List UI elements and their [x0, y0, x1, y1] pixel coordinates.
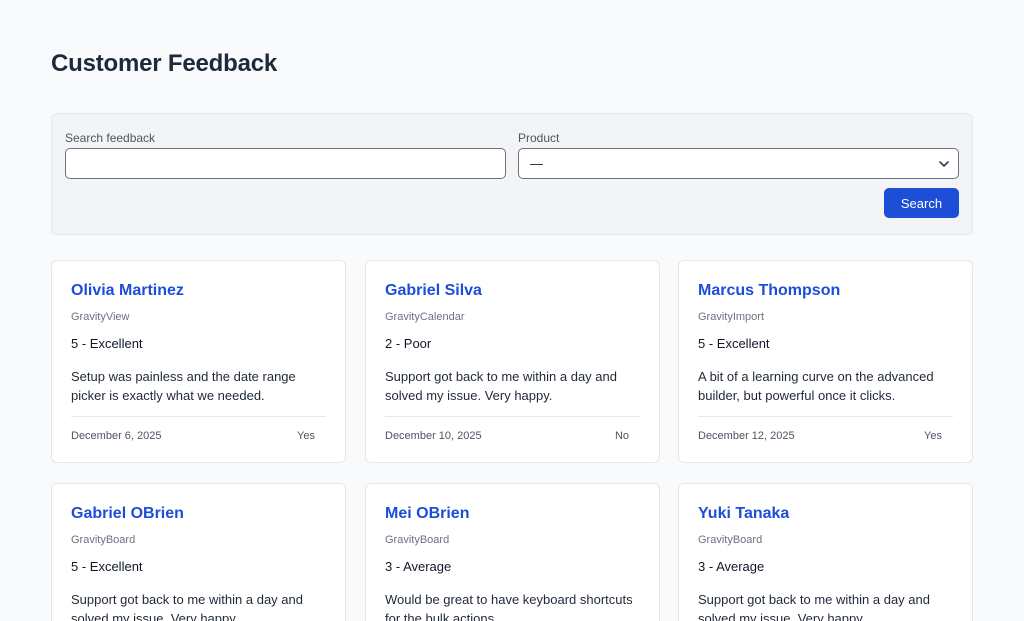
- feedback-flag: Yes: [924, 430, 942, 442]
- rating: 5 - Excellent: [698, 336, 770, 351]
- feedback-date: December 12, 2025: [698, 430, 795, 442]
- feedback-card: Gabriel OBrien GravityBoard 5 - Excellen…: [51, 483, 346, 621]
- rating: 5 - Excellent: [71, 559, 143, 574]
- rating: 3 - Average: [385, 559, 452, 574]
- feedback-card: Gabriel Silva GravityCalendar 2 - Poor S…: [365, 260, 660, 463]
- card-divider: [71, 416, 326, 417]
- search-button[interactable]: Search: [884, 188, 959, 218]
- customer-name-link[interactable]: Gabriel OBrien: [71, 505, 184, 523]
- search-label: Search feedback: [65, 131, 156, 145]
- customer-name-link[interactable]: Marcus Thompson: [698, 282, 840, 300]
- customer-name-link[interactable]: Gabriel Silva: [385, 282, 482, 300]
- product-name: GravityBoard: [385, 534, 450, 546]
- feedback-date: December 6, 2025: [71, 430, 162, 442]
- product-name: GravityBoard: [71, 534, 136, 546]
- search-panel: Search feedback Product — Search: [51, 113, 973, 235]
- feedback-card: Marcus Thompson GravityImport 5 - Excell…: [678, 260, 973, 463]
- feedback-flag: Yes: [297, 430, 315, 442]
- feedback-card: Yuki Tanaka GravityBoard 3 - Average Sup…: [678, 483, 973, 621]
- feedback-flag: No: [614, 430, 629, 442]
- product-select[interactable]: —: [518, 148, 959, 179]
- comment: A bit of a learning curve on the advance…: [698, 369, 934, 403]
- comment: Setup was painless and the date range pi…: [71, 369, 296, 403]
- product-name: GravityView: [71, 311, 130, 323]
- product-name: GravityBoard: [698, 534, 763, 546]
- card-divider: [385, 416, 640, 417]
- chevron-down-icon: [939, 161, 949, 167]
- comment: Support got back to me within a day and …: [71, 592, 303, 621]
- rating: 3 - Average: [698, 559, 765, 574]
- feedback-card: Olivia Martinez GravityView 5 - Excellen…: [51, 260, 346, 463]
- search-input[interactable]: [65, 148, 506, 179]
- rating: 5 - Excellent: [71, 336, 143, 351]
- customer-name-link[interactable]: Mei OBrien: [385, 505, 469, 523]
- comment: Support got back to me within a day and …: [385, 369, 617, 403]
- customer-name-link[interactable]: Yuki Tanaka: [698, 505, 789, 523]
- comment: Support got back to me within a day and …: [698, 592, 930, 621]
- product-select-value: —: [530, 156, 543, 171]
- card-divider: [698, 416, 953, 417]
- feedback-card: Mei OBrien GravityBoard 3 - Average Woul…: [365, 483, 660, 621]
- product-name: GravityImport: [698, 311, 765, 323]
- rating: 2 - Poor: [385, 336, 432, 351]
- page-title: Customer Feedback: [51, 50, 278, 77]
- product-name: GravityCalendar: [385, 311, 465, 323]
- customer-name-link[interactable]: Olivia Martinez: [71, 282, 184, 300]
- product-label: Product: [518, 131, 560, 145]
- comment: Would be great to have keyboard shortcut…: [385, 592, 633, 621]
- feedback-date: December 10, 2025: [385, 430, 482, 442]
